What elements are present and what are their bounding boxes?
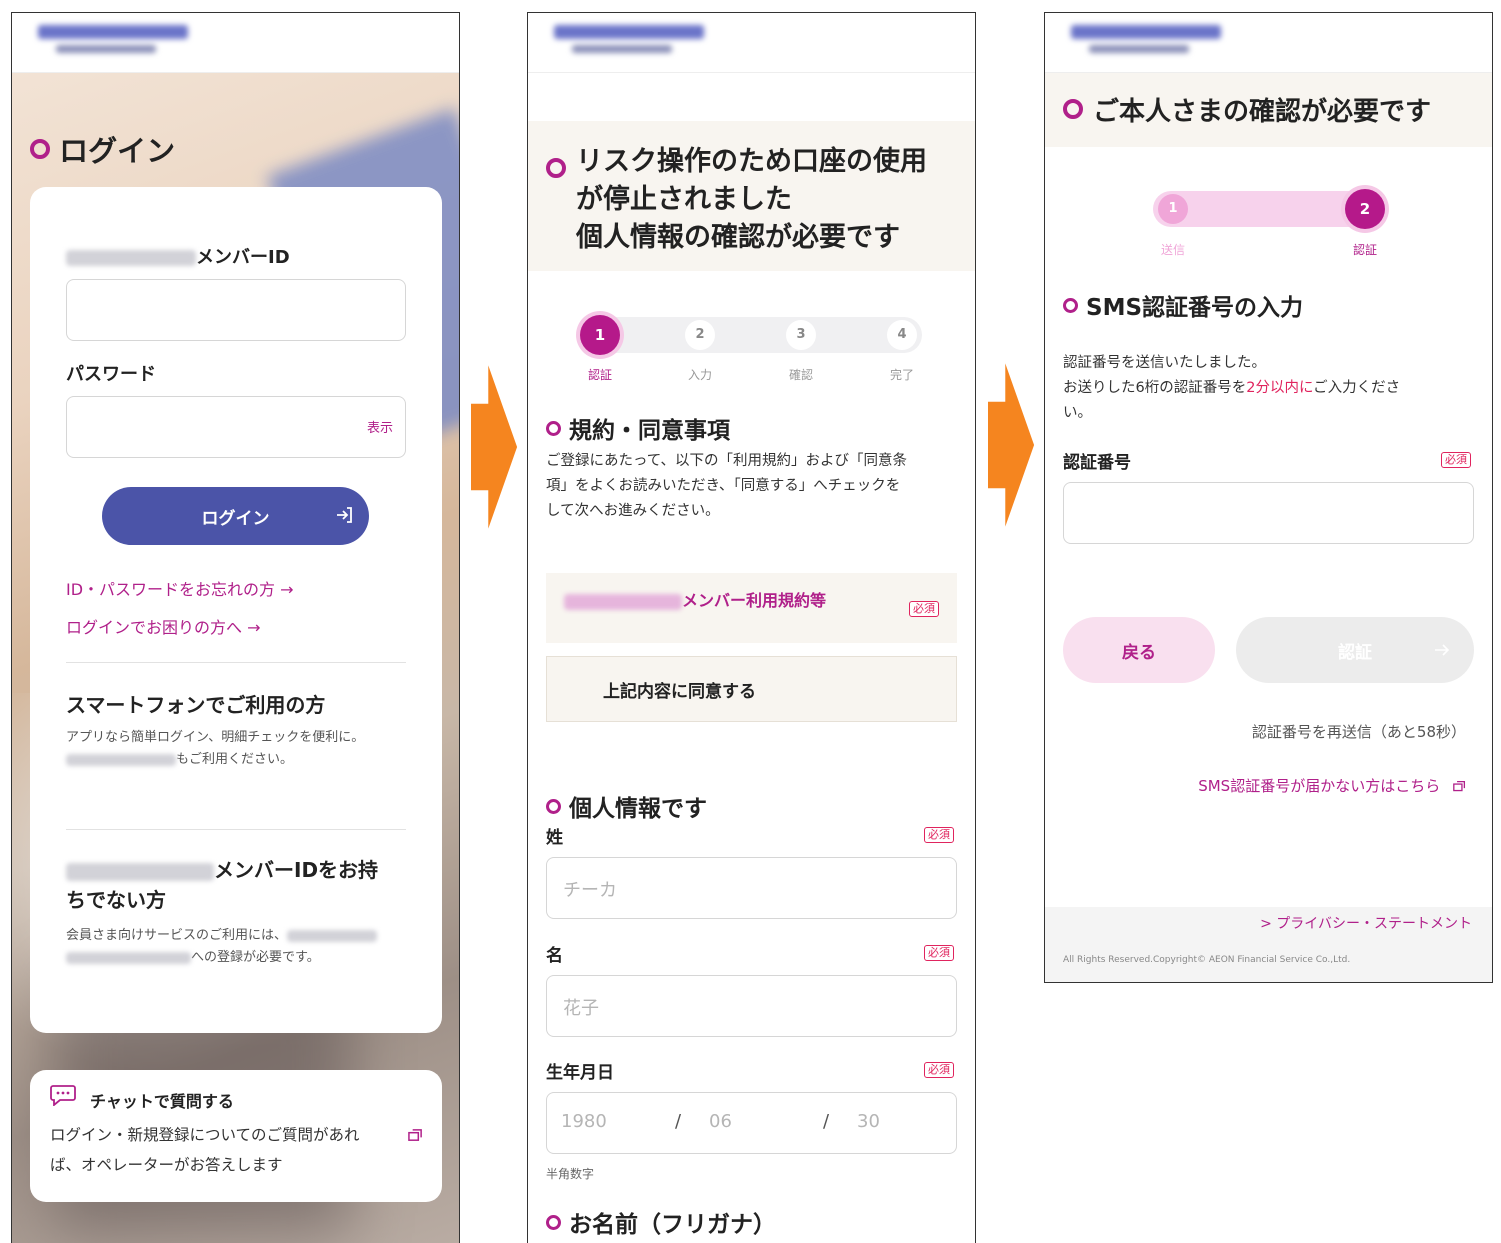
sms-verification-screen: ご本人さまの確認が必要です 1 2 送信 認証 SMS認証番号の入力 認証番号を… <box>1044 12 1493 983</box>
login-screen: ログイン メンバーID パスワード 表示 ログイン ID・パスワードをお忘れの方… <box>11 12 460 1243</box>
agree-checkbox-row[interactable]: 上記内容に同意する <box>546 656 957 722</box>
page-title: ログイン <box>30 128 175 170</box>
ring-icon <box>546 420 561 436</box>
back-button[interactable]: 戻る <box>1063 617 1215 683</box>
step-1: 1 <box>580 315 620 355</box>
last-name-label: 姓 <box>546 828 563 848</box>
sms-heading: SMS認証番号の入力 <box>1063 288 1303 322</box>
first-name-label: 名 <box>546 946 563 966</box>
ring-icon <box>1063 297 1078 313</box>
birth-day[interactable]: 30 <box>857 1111 880 1132</box>
title-ring-icon <box>546 158 566 178</box>
verify-button[interactable]: 認証 <box>1236 617 1474 683</box>
step-2: 2 <box>1345 189 1385 229</box>
step-progress-bar <box>578 317 922 353</box>
ring-icon <box>546 1214 561 1230</box>
separator: / <box>823 1111 830 1132</box>
privacy-link[interactable]: > プライバシー・ステートメント <box>1260 913 1472 933</box>
brand-logo <box>1071 25 1231 61</box>
app-header <box>528 13 975 73</box>
required-badge: 必須 <box>1441 452 1471 468</box>
login-trouble-link[interactable]: ログインでお困りの方へ → <box>66 614 261 638</box>
forgot-password-link[interactable]: ID・パスワードをお忘れの方 → <box>66 576 294 600</box>
app-header <box>1045 13 1492 73</box>
title-banner: ご本人さまの確認が必要です <box>1045 73 1492 147</box>
external-link-icon <box>408 1129 422 1141</box>
terms-item-link[interactable]: メンバー利用規約等 <box>564 587 826 611</box>
personal-info-heading: 個人情報です <box>546 789 707 823</box>
sms-code-input[interactable] <box>1063 482 1474 544</box>
terms-heading: 規約・同意事項 <box>546 411 730 445</box>
external-link-icon <box>1453 780 1466 792</box>
step-3-label: 確認 <box>788 368 813 382</box>
title-ring-icon <box>30 139 50 159</box>
risk-notice-screen: リスク操作のため口座の使用 が停止されました 個人情報の確認が必要です 1 2 … <box>527 12 976 1243</box>
birth-month[interactable]: 06 <box>709 1111 732 1132</box>
halfwidth-note: 半角数字 <box>546 1167 595 1181</box>
brand-logo <box>554 25 714 61</box>
login-arrow-icon <box>337 507 352 523</box>
chat-heading: チャットで質問する <box>90 1092 234 1111</box>
agree-label: 上記内容に同意する <box>603 682 756 702</box>
sms-not-received-link[interactable]: SMS認証番号が届かない方はこちら <box>1198 775 1466 796</box>
first-name-input[interactable]: 花子 <box>546 975 957 1037</box>
login-button[interactable]: ログイン <box>102 487 369 545</box>
kana-heading: お名前（フリガナ） <box>546 1205 776 1239</box>
brand-logo <box>38 25 198 61</box>
divider <box>66 829 406 830</box>
warning-title: リスク操作のため口座の使用 が停止されました 個人情報の確認が必要です <box>576 146 927 253</box>
flow-arrow-1 <box>471 365 518 529</box>
no-id-heading: メンバーIDをお持 ちでない方 <box>66 858 379 912</box>
step-1-label: 認証 <box>587 368 612 382</box>
birth-year[interactable]: 1980 <box>561 1111 607 1132</box>
footer: > プライバシー・ステートメント All Rights Reserved.Cop… <box>1045 907 1492 982</box>
resend-text[interactable]: 認証番号を再送信（あと58秒） <box>1252 721 1466 742</box>
separator: / <box>675 1111 682 1132</box>
terms-item-row[interactable]: メンバー利用規約等 必須 <box>546 573 957 643</box>
required-badge: 必須 <box>924 945 954 961</box>
app-header <box>12 13 459 73</box>
page-title: ご本人さまの確認が必要です <box>1093 97 1432 127</box>
member-id-label: メンバーID <box>66 243 290 269</box>
sms-instructions: 認証番号を送信いたしました。 お送りした6桁の認証番号を2分以内にご入力くださ … <box>1063 355 1401 421</box>
last-name-input[interactable]: チーカ <box>546 857 957 919</box>
show-password-toggle[interactable]: 表示 <box>367 417 393 436</box>
required-badge: 必須 <box>909 601 939 617</box>
required-badge: 必須 <box>924 1062 954 1078</box>
warning-banner: リスク操作のため口座の使用 が停止されました 個人情報の確認が必要です <box>528 121 975 271</box>
password-label: パスワード <box>66 364 156 385</box>
step-3: 3 <box>786 320 816 350</box>
birthdate-input[interactable]: 1980 / 06 / 30 <box>546 1092 957 1154</box>
arrow-right-icon <box>1435 644 1450 656</box>
ring-icon <box>546 798 561 814</box>
step-1: 1 <box>1158 194 1188 224</box>
birthdate-label: 生年月日 <box>546 1063 614 1083</box>
step-2: 2 <box>685 320 715 350</box>
smartphone-text: アプリなら簡単ログイン、明細チェックを便利に。 もご利用ください。 <box>66 730 365 767</box>
flow-arrow-2 <box>988 363 1035 527</box>
code-label: 認証番号 <box>1063 453 1131 473</box>
terms-description: ご登録にあたって、以下の「利用規約」および「同意条 項」をよくお読みいただき、「… <box>546 453 908 519</box>
title-ring-icon <box>1063 99 1083 119</box>
copyright: All Rights Reserved.Copyright© AEON Fina… <box>1063 955 1351 965</box>
no-id-text: 会員さま向けサービスのご利用には、 への登録が必要です。 <box>66 925 378 969</box>
chat-text: ログイン・新規登録についてのご質問があれ ば、オペレーターがお答えします <box>50 1126 360 1174</box>
step-2-label: 認証 <box>1352 243 1377 257</box>
chat-bubble-icon <box>50 1085 76 1106</box>
step-2-label: 入力 <box>687 368 712 382</box>
required-badge: 必須 <box>924 827 954 843</box>
member-id-input[interactable] <box>66 279 406 341</box>
divider <box>66 662 406 663</box>
password-input[interactable]: 表示 <box>66 396 406 458</box>
smartphone-heading: スマートフォンでご利用の方 <box>66 693 326 717</box>
step-1-label: 送信 <box>1160 243 1185 257</box>
login-card: メンバーID パスワード 表示 ログイン ID・パスワードをお忘れの方 → ログ… <box>30 187 442 1033</box>
chat-card[interactable]: チャットで質問する ログイン・新規登録についてのご質問があれ ば、オペレーターが… <box>30 1070 442 1202</box>
step-4-label: 完了 <box>889 368 914 382</box>
step-4: 4 <box>887 320 917 350</box>
